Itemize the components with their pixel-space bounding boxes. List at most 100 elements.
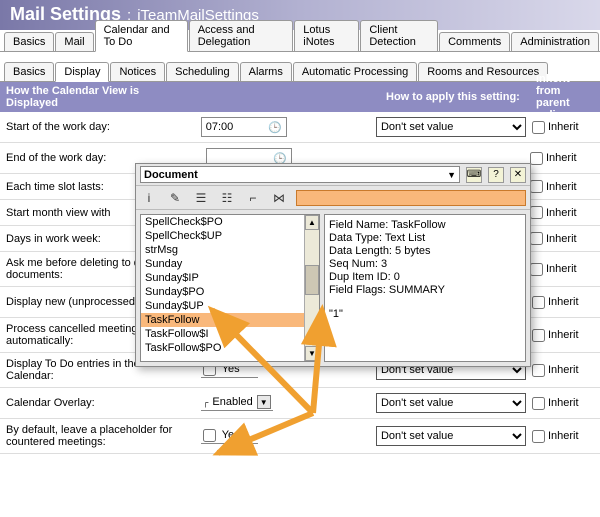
inherit-checkbox[interactable] bbox=[532, 329, 545, 342]
tab-top-client-detection[interactable]: Client Detection bbox=[360, 20, 438, 51]
inherit-checkbox[interactable] bbox=[530, 180, 543, 193]
apply-select[interactable]: Don't set value bbox=[376, 117, 526, 137]
apply-select[interactable]: Don't set value bbox=[376, 426, 526, 446]
scrollbar[interactable]: ▲ ▼ bbox=[304, 215, 319, 361]
tab-top-basics[interactable]: Basics bbox=[4, 32, 54, 51]
keyboard-button[interactable]: ⌨ bbox=[466, 167, 482, 183]
checkbox[interactable] bbox=[203, 429, 216, 442]
row-inherit: Inherit bbox=[532, 119, 600, 136]
close-button[interactable]: ✕ bbox=[510, 167, 526, 183]
doc-toolbar: i ✎ ☰ ☷ ⌐ ⋈ bbox=[136, 186, 530, 210]
inherit-label: Inherit bbox=[548, 121, 579, 133]
doc-titlebar: Document ▼ ⌨ ? ✕ bbox=[136, 164, 530, 186]
field-list-item[interactable]: SpellCheck$UP bbox=[141, 229, 304, 243]
inherit-checkbox[interactable] bbox=[532, 296, 545, 309]
field-list-item[interactable]: Sunday bbox=[141, 257, 304, 271]
field-list-item[interactable]: strMsg bbox=[141, 243, 304, 257]
yes-checkbox[interactable]: Yes bbox=[201, 428, 258, 444]
inherit-label: Inherit bbox=[546, 207, 577, 219]
link-icon[interactable]: ⋈ bbox=[270, 190, 288, 206]
doc-filter-input[interactable] bbox=[296, 190, 526, 206]
field-list-item[interactable]: SpellCheck$PO bbox=[141, 215, 304, 229]
field-list-item[interactable]: TaskFollow bbox=[141, 313, 304, 327]
inherit-checkbox[interactable] bbox=[530, 232, 543, 245]
tab-top-mail[interactable]: Mail bbox=[55, 32, 93, 51]
row-inherit: Inherit bbox=[532, 327, 600, 344]
detail-field-flags: Field Flags: SUMMARY bbox=[329, 284, 521, 296]
row-apply: Don't set value bbox=[370, 424, 532, 448]
edit-icon[interactable]: ✎ bbox=[166, 190, 184, 206]
section-col2 bbox=[200, 82, 380, 112]
chevron-down-icon: ▼ bbox=[257, 395, 271, 409]
tab-top-calendar-and-to-do[interactable]: Calendar and To Do bbox=[95, 20, 188, 52]
field-list-item[interactable]: Sunday$PO bbox=[141, 285, 304, 299]
attach-icon[interactable]: ⌐ bbox=[244, 190, 262, 206]
tab-top-comments[interactable]: Comments bbox=[439, 32, 510, 51]
tab-sub-display[interactable]: Display bbox=[55, 62, 109, 82]
row-inherit: Inherit bbox=[530, 230, 600, 247]
detail-dup-item: Dup Item ID: 0 bbox=[329, 271, 521, 283]
info-icon[interactable]: i bbox=[140, 190, 158, 206]
row-label: Calendar Overlay: bbox=[0, 395, 195, 411]
row-label: Start of the work day: bbox=[0, 119, 195, 135]
row-apply bbox=[380, 156, 530, 160]
tab-sub-scheduling[interactable]: Scheduling bbox=[166, 62, 238, 81]
row-inherit: Inherit bbox=[532, 428, 600, 445]
inherit-checkbox[interactable] bbox=[530, 206, 543, 219]
grid-icon[interactable]: ☷ bbox=[218, 190, 236, 206]
detail-data-type: Data Type: Text List bbox=[329, 232, 521, 244]
row-inherit: Inherit bbox=[532, 362, 600, 379]
tab-top-lotus-inotes[interactable]: Lotus iNotes bbox=[294, 20, 359, 51]
section-col3: How to apply this setting: bbox=[380, 82, 530, 112]
tab-top-access-and-delegation[interactable]: Access and Delegation bbox=[189, 20, 294, 51]
apply-select[interactable]: Don't set value bbox=[376, 393, 526, 413]
scroll-down-icon[interactable]: ▼ bbox=[305, 346, 319, 361]
field-list-item[interactable]: TaskFollow$PO bbox=[141, 341, 304, 355]
form-row: By default, leave a placeholder for coun… bbox=[0, 419, 600, 454]
row-apply: Don't set value bbox=[370, 115, 532, 139]
tab-sub-rooms-and-resources[interactable]: Rooms and Resources bbox=[418, 62, 548, 81]
row-inherit: Inherit bbox=[532, 395, 600, 412]
row-value: 07:00🕒 bbox=[195, 115, 370, 139]
section-col4: Inherit from parent policy: bbox=[530, 82, 600, 112]
row-apply: Don't set value bbox=[370, 391, 532, 415]
list-icon[interactable]: ☰ bbox=[192, 190, 210, 206]
tab-sub-basics[interactable]: Basics bbox=[4, 62, 54, 81]
form-row: Start of the work day: 07:00🕒 Don't set va… bbox=[0, 112, 600, 143]
help-button[interactable]: ? bbox=[488, 167, 504, 183]
field-list-item[interactable]: TaskFollow$I bbox=[141, 327, 304, 341]
inherit-label: Inherit bbox=[548, 430, 579, 442]
inherit-checkbox[interactable] bbox=[532, 121, 545, 134]
clock-icon: 🕒 bbox=[268, 121, 282, 134]
tab-sub-alarms[interactable]: Alarms bbox=[240, 62, 292, 81]
scroll-thumb[interactable] bbox=[305, 265, 319, 295]
tab-sub-notices[interactable]: Notices bbox=[110, 62, 165, 81]
enabled-dropdown[interactable]: ┌Enabled▼ bbox=[201, 395, 273, 411]
section-header: How the Calendar View is Displayed How t… bbox=[0, 82, 600, 112]
doc-title-dropdown[interactable]: Document ▼ bbox=[140, 166, 460, 183]
detail-data-length: Data Length: 5 bytes bbox=[329, 245, 521, 257]
row-inherit: Inherit bbox=[532, 294, 600, 311]
doc-field-list: SpellCheck$POSpellCheck$UPstrMsgSundaySu… bbox=[140, 214, 320, 362]
inherit-label: Inherit bbox=[548, 397, 579, 409]
row-inherit: Inherit bbox=[530, 150, 600, 167]
tabbar-top: BasicsMailCalendar and To DoAccess and D… bbox=[0, 30, 600, 52]
inherit-checkbox[interactable] bbox=[532, 430, 545, 443]
inherit-label: Inherit bbox=[548, 296, 579, 308]
inherit-checkbox[interactable] bbox=[530, 263, 543, 276]
inherit-checkbox[interactable] bbox=[530, 152, 543, 165]
inherit-checkbox[interactable] bbox=[532, 397, 545, 410]
doc-title-text: Document bbox=[144, 169, 198, 181]
tab-sub-automatic-processing[interactable]: Automatic Processing bbox=[293, 62, 417, 81]
time-input[interactable]: 07:00🕒 bbox=[201, 117, 287, 137]
tab-top-administration[interactable]: Administration bbox=[511, 32, 599, 51]
field-list-item[interactable]: Sunday$IP bbox=[141, 271, 304, 285]
scroll-up-icon[interactable]: ▲ bbox=[305, 215, 319, 230]
detail-field-name: Field Name: TaskFollow bbox=[329, 219, 521, 231]
field-list-item[interactable]: Sunday$UP bbox=[141, 299, 304, 313]
inherit-checkbox[interactable] bbox=[532, 364, 545, 377]
row-inherit: Inherit bbox=[530, 261, 600, 278]
inherit-label: Inherit bbox=[546, 263, 577, 275]
inherit-label: Inherit bbox=[548, 329, 579, 341]
detail-seq-num: Seq Num: 3 bbox=[329, 258, 521, 270]
